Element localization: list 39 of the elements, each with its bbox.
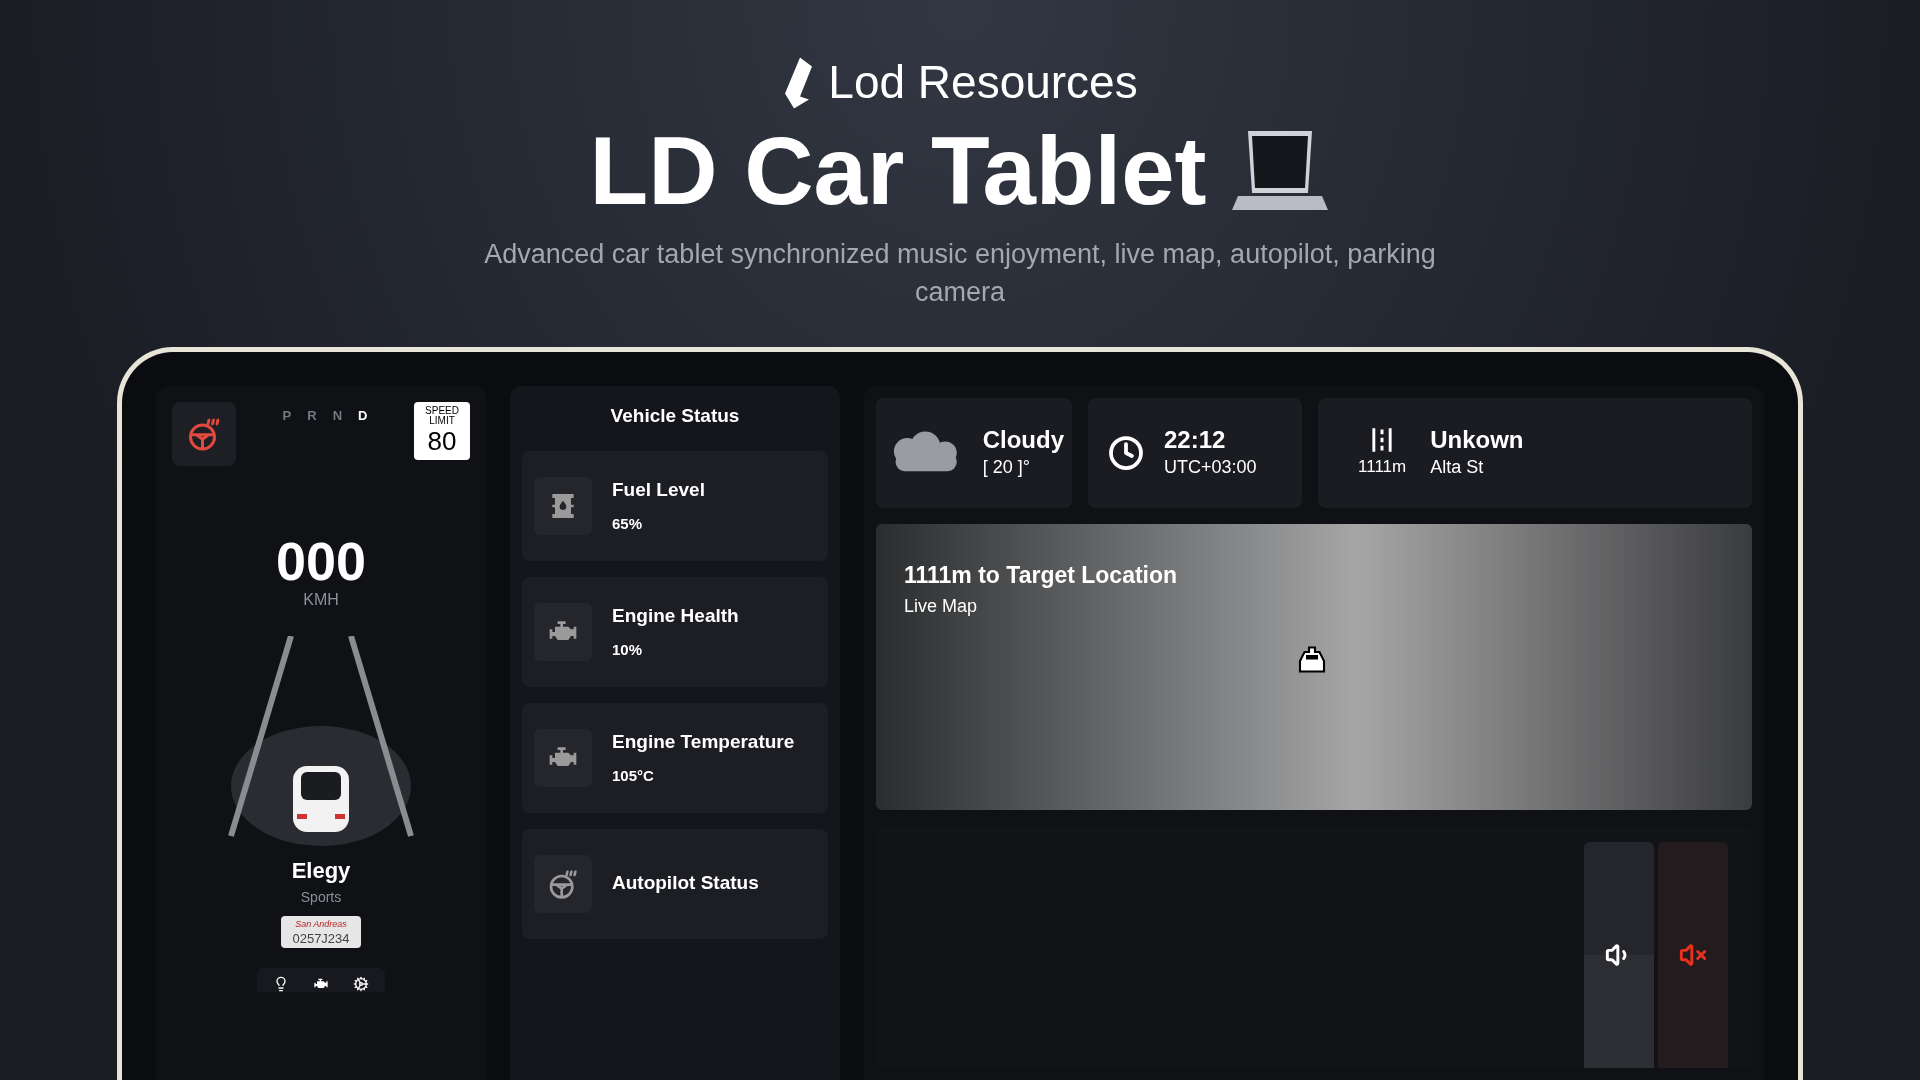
lightbulb-icon[interactable]	[273, 975, 289, 992]
street-title: Unkown	[1430, 425, 1524, 454]
gear-option[interactable]: N	[332, 406, 343, 426]
hero-subtitle: Advanced car tablet synchronized music enjoyment, live map, autopilot, parking camera	[483, 238, 1437, 309]
volume-slider[interactable]	[1584, 842, 1654, 1068]
steering-wheel-icon	[547, 867, 579, 900]
car-class: Sports	[300, 888, 342, 907]
time-zone: UTC+03:00	[1164, 455, 1257, 479]
clock-icon	[1108, 435, 1144, 471]
brand-name: Lod Resources	[828, 55, 1138, 110]
mute-icon	[1679, 941, 1707, 969]
gear-icon[interactable]	[353, 975, 369, 992]
status-label: Autopilot Status	[612, 871, 759, 896]
speed-readout: 000	[275, 534, 367, 588]
weather-temperature: [ 20 ]°	[982, 455, 1031, 479]
status-value: 10%	[612, 639, 644, 660]
status-label: Engine Health	[612, 604, 739, 628]
license-plate: San Andreas 0257J234	[281, 916, 361, 948]
speed-limit-sign: SPEED LIMIT 80	[414, 402, 470, 460]
speed-unit: KMH	[303, 590, 339, 610]
heated-steering-wheel-icon	[186, 416, 222, 452]
gear-option[interactable]: R	[307, 406, 317, 426]
clock-time: 22:12	[1164, 425, 1227, 454]
status-label: Fuel Level	[612, 478, 705, 502]
street-name: Alta St	[1430, 455, 1485, 479]
car-name: Elegy	[291, 857, 351, 885]
gear-option[interactable]: P	[282, 406, 292, 426]
heated-wheel-button[interactable]	[172, 402, 236, 466]
status-label: Engine Temperature	[612, 730, 795, 754]
map-view[interactable]: 1111m to Target Location Live Map	[876, 524, 1752, 810]
panel-title: Vehicle Status	[609, 404, 741, 428]
map-title: 1111m to Target Location	[904, 561, 1178, 590]
hero-title: LD Car Tablet	[589, 123, 1207, 219]
gear-option[interactable]: D	[358, 406, 368, 426]
weather-condition: Cloudy	[982, 425, 1064, 454]
route-distance: 1111m	[1358, 456, 1407, 479]
status-value: 65%	[612, 513, 644, 534]
status-value: 105°C	[612, 765, 655, 786]
map-subtitle: Live Map	[904, 594, 979, 618]
